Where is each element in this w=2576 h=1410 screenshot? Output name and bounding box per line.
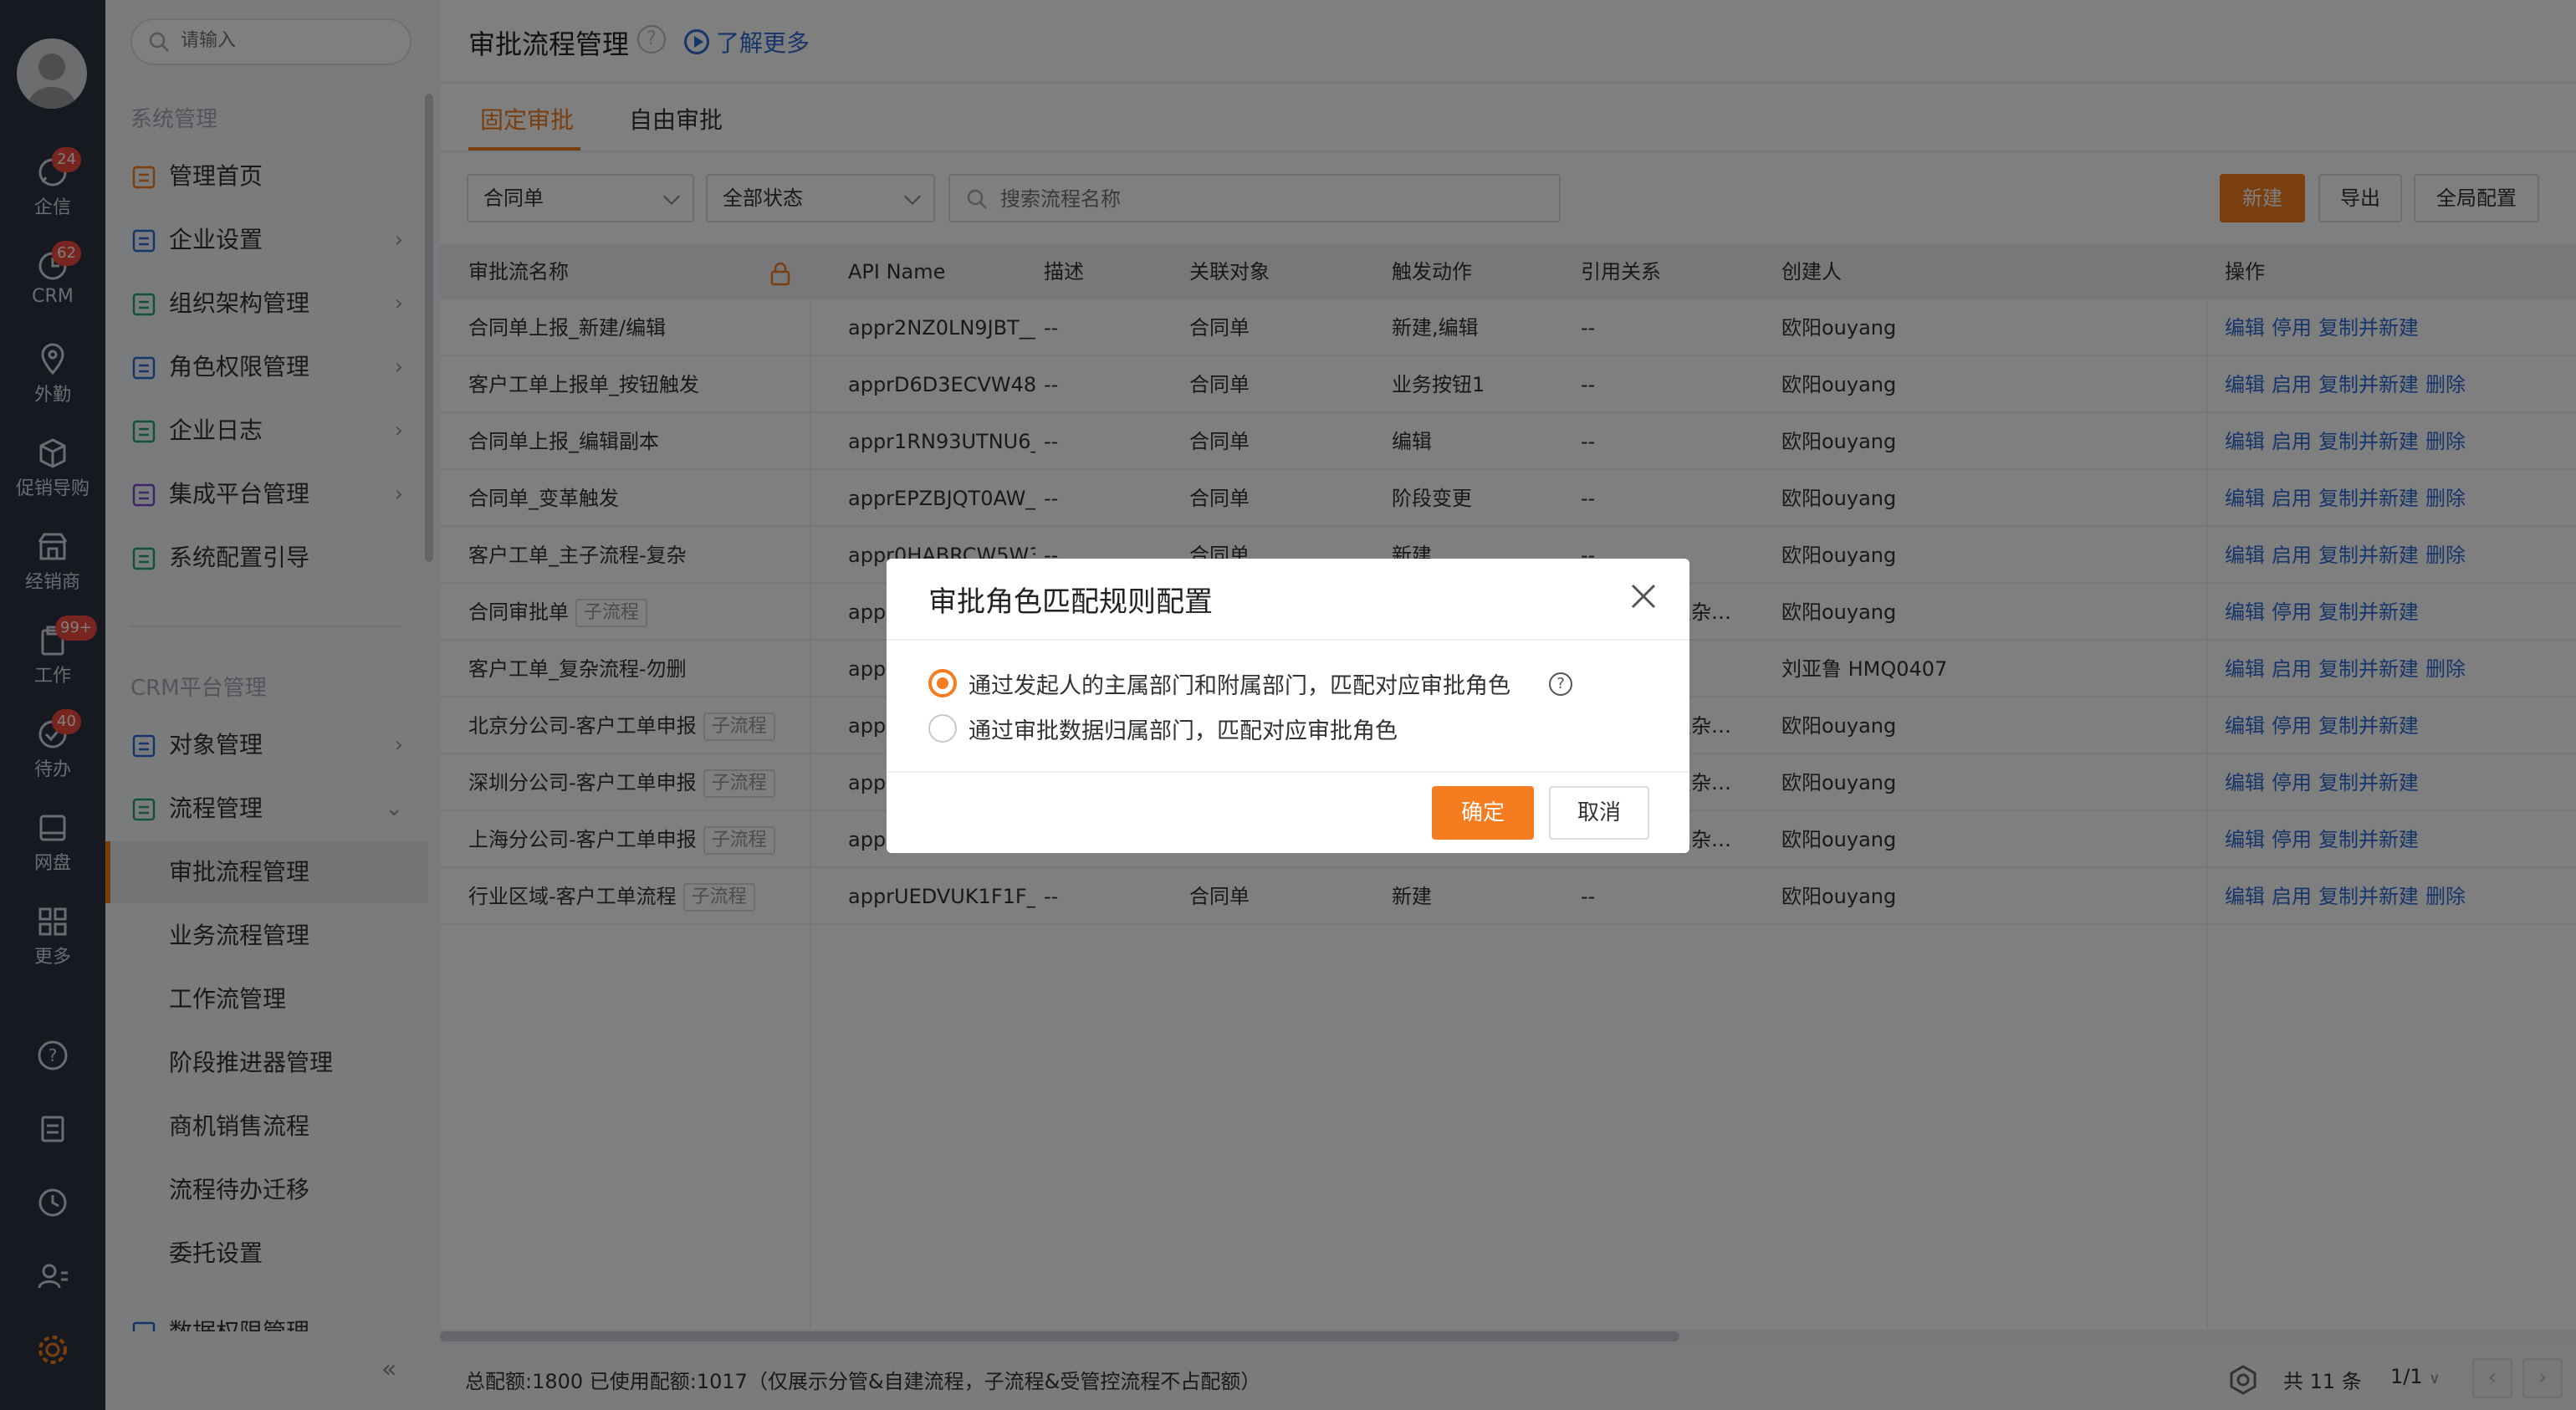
radio-unchecked[interactable] [928, 714, 957, 743]
radio-checked[interactable] [928, 669, 957, 697]
divider [887, 771, 1689, 773]
help-icon[interactable]: ? [1549, 672, 1572, 696]
dialog-title: 审批角色匹配规则配置 [928, 585, 1213, 619]
divider [887, 639, 1689, 641]
confirm-button[interactable]: 确定 [1432, 786, 1534, 840]
cancel-button[interactable]: 取消 [1549, 786, 1649, 840]
close-icon[interactable] [1629, 582, 1658, 610]
role-matching-rule-dialog: 审批角色匹配规则配置 通过发起人的主属部门和附属部门，匹配对应审批角色 ? 通过… [887, 559, 1689, 853]
